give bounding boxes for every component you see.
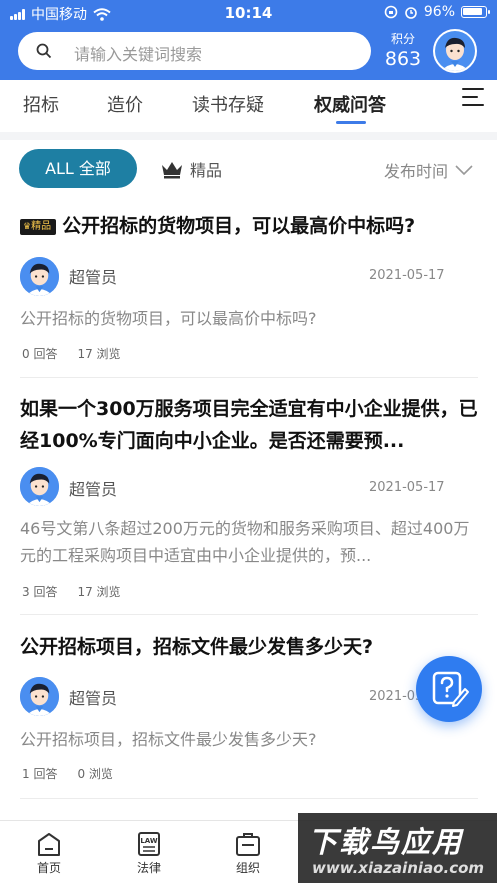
question-body: 46号文第八条超过200万元的货物和服务采购项目、超过400万元的工程采购项目中… [20, 519, 470, 565]
question-body: 公开招标项目，招标文件最少发售多少天? [20, 730, 317, 749]
question-title[interactable]: ♛精品 公开招标的货物项目，可以最高价中标吗? [20, 210, 480, 242]
svg-text:LAW: LAW [140, 837, 158, 845]
question-title[interactable]: 如果一个300万服务项目完全适宜有中小企业提供，已经100%专门面向中小企业。是… [20, 393, 480, 457]
alarm-icon [405, 7, 417, 19]
filter-best-button[interactable]: 精品 [160, 157, 222, 181]
post-date: 2021-05-17 [369, 268, 445, 283]
answer-count: 3 回答 [22, 585, 58, 599]
edit-question-icon [432, 671, 469, 707]
nav-organization[interactable]: 组织 [218, 831, 278, 876]
ask-question-button[interactable] [416, 656, 482, 722]
nav-home[interactable]: 首页 [19, 831, 79, 876]
question-card[interactable]: 如果一个300万服务项目完全适宜有中小企业提供，已经100%专门面向中小企业。是… [0, 393, 497, 615]
nav-law-label: 法律 [136, 861, 161, 875]
author-name: 超管员 [69, 268, 118, 287]
answer-count: 0 回答 [22, 347, 58, 361]
nav-home-label: 首页 [36, 861, 61, 875]
law-book-icon: LAW [138, 832, 160, 856]
section-divider [0, 132, 497, 140]
home-icon [38, 833, 60, 856]
author-name: 超管员 [69, 480, 118, 499]
avatar [20, 467, 59, 506]
chevron-down-icon [455, 165, 473, 176]
search-box[interactable]: 请输入关键词搜索 [18, 32, 371, 70]
filter-best-label: 精品 [190, 161, 223, 180]
menu-icon[interactable] [462, 88, 484, 108]
card-divider [20, 798, 478, 799]
points-value: 863 [384, 48, 422, 70]
view-count: 17 浏览 [77, 347, 121, 361]
avatar [20, 677, 59, 716]
watermark-url: www.xiazainiao.com [312, 859, 485, 877]
active-tab-indicator [336, 121, 366, 124]
status-bar: 中国移动 10:14 96% [0, 0, 497, 26]
battery-icon [461, 6, 490, 18]
organization-icon [236, 833, 260, 856]
view-count: 17 浏览 [77, 585, 121, 599]
question-card[interactable]: ♛精品 公开招标的货物项目，可以最高价中标吗? 超管员 2021-05-17 公开… [0, 210, 497, 378]
card-divider [20, 377, 478, 378]
filter-all-button[interactable]: ALL 全部 [19, 149, 137, 188]
question-body: 公开招标的货物项目，可以最高价中标吗? [20, 309, 317, 328]
tab-dushucunyi[interactable]: 读书存疑 [192, 91, 264, 117]
watermark: 下载鸟应用 www.xiazainiao.com [298, 813, 497, 883]
card-divider [20, 614, 478, 615]
avatar-image [435, 31, 475, 71]
tab-quanweiwenda[interactable]: 权威问答 [314, 91, 386, 117]
tab-zaojia[interactable]: 造价 [107, 91, 143, 117]
search-icon [36, 43, 52, 59]
points-label: 积分 [390, 32, 415, 46]
tab-zhaobiao[interactable]: 招标 [23, 91, 59, 117]
header-bar: 中国移动 10:14 96% 请输入关键词搜索 积分 863 [0, 0, 497, 80]
user-avatar[interactable] [433, 29, 477, 73]
question-stats: 0 回答 17 浏览 [22, 345, 141, 362]
sort-label: 发布时间 [384, 162, 449, 181]
battery-percent: 96% [423, 4, 455, 20]
crown-icon [162, 162, 182, 179]
avatar [20, 257, 59, 296]
question-stats: 1 回答 0 浏览 [22, 765, 133, 782]
nav-law[interactable]: LAW 法律 [119, 831, 179, 876]
lock-rotation-icon [384, 5, 398, 19]
search-placeholder[interactable]: 请输入关键词搜索 [74, 41, 202, 65]
points-display[interactable]: 积分 863 [378, 30, 428, 70]
question-stats: 3 回答 17 浏览 [22, 583, 141, 600]
nav-organization-label: 组织 [235, 861, 260, 875]
author-name: 超管员 [69, 689, 118, 708]
best-badge: ♛精品 [20, 219, 57, 235]
question-title[interactable]: 公开招标项目，招标文件最少发售多少天? [20, 631, 480, 663]
view-count: 0 浏览 [77, 767, 113, 781]
watermark-title: 下载鸟应用 [308, 825, 464, 859]
answer-count: 1 回答 [22, 767, 58, 781]
post-date: 2021-05-17 [369, 480, 445, 495]
category-tabs: 招标 造价 读书存疑 权威问答 [0, 80, 497, 132]
sort-dropdown[interactable]: 发布时间 [384, 158, 474, 182]
